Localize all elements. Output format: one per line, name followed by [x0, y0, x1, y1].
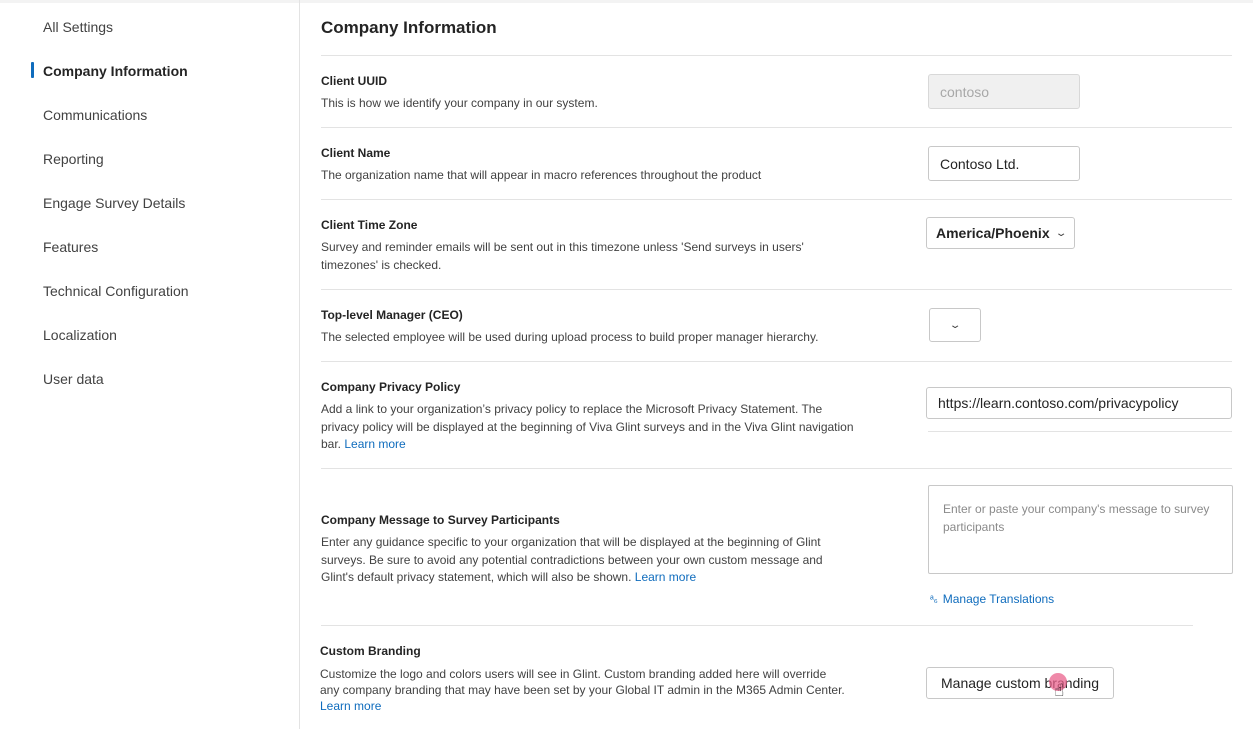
branding-learn-more-link[interactable]: Learn more — [320, 698, 880, 714]
divider — [321, 199, 1232, 200]
divider — [321, 55, 1232, 56]
privacy-learn-more-link[interactable]: Learn more — [344, 437, 405, 451]
company-message-description-line: Enter any guidance specific to your orga… — [321, 535, 821, 549]
ceo-dropdown[interactable]: ⌄ — [929, 308, 981, 342]
client-uuid-description: This is how we identify your company in … — [321, 96, 598, 110]
company-message-textarea[interactable]: Enter or paste your company's message to… — [928, 485, 1233, 574]
sidebar-item-user-data[interactable]: User data — [43, 371, 104, 387]
time-zone-description-line: timezones' is checked. — [321, 257, 442, 272]
time-zone-description: Survey and reminder emails will be sent … — [321, 239, 861, 274]
company-message-description: Enter any guidance specific to your orga… — [321, 534, 861, 587]
custom-branding-description-line: any company branding that may have been … — [320, 683, 845, 697]
privacy-policy-description-line: privacy policy will be displayed at the … — [321, 419, 854, 434]
privacy-policy-label: Company Privacy Policy — [321, 380, 461, 394]
custom-branding-label: Custom Branding — [320, 644, 421, 658]
privacy-policy-description-line: Add a link to your organization’s privac… — [321, 402, 823, 416]
divider — [321, 127, 1232, 128]
privacy-policy-url-field[interactable]: https://learn.contoso.com/privacypolicy — [926, 387, 1232, 419]
sidebar-item-localization[interactable]: Localization — [43, 327, 117, 343]
divider — [321, 625, 1193, 626]
company-message-label: Company Message to Survey Participants — [321, 513, 560, 527]
ceo-label: Top-level Manager (CEO) — [321, 308, 463, 322]
company-information-panel: Company Information Client UUID This is … — [320, 0, 1233, 729]
settings-sidebar: All Settings Company Information Communi… — [0, 0, 300, 729]
custom-branding-description-line: Customize the logo and colors users will… — [320, 667, 827, 681]
time-zone-description-line: Survey and reminder emails will be sent … — [321, 240, 804, 254]
ceo-description: The selected employee will be used durin… — [321, 330, 819, 344]
sidebar-item-technical-configuration[interactable]: Technical Configuration — [43, 283, 189, 299]
privacy-policy-description: Add a link to your organization’s privac… — [321, 401, 881, 454]
chevron-down-icon: ⌄ — [948, 319, 962, 331]
company-message-description-line: Glint's default privacy statement, which… — [321, 570, 632, 584]
client-name-description: The organization name that will appear i… — [321, 168, 762, 182]
translate-icon: ᵃ₆ — [930, 593, 938, 605]
time-zone-value: America/Phoenix — [936, 225, 1050, 241]
sidebar-item-features[interactable]: Features — [43, 239, 98, 255]
client-name-field[interactable]: Contoso Ltd. — [928, 146, 1080, 181]
sidebar-item-company-information[interactable]: Company Information — [43, 63, 188, 79]
page-title: Company Information — [321, 18, 497, 37]
sidebar-item-communications[interactable]: Communications — [43, 107, 147, 123]
custom-branding-description: Customize the logo and colors users will… — [320, 666, 880, 714]
divider — [321, 289, 1232, 290]
client-uuid-field: contoso — [928, 74, 1080, 109]
sidebar-item-all-settings[interactable]: All Settings — [43, 19, 113, 35]
sidebar-item-engage-survey-details[interactable]: Engage Survey Details — [43, 195, 185, 211]
manage-custom-branding-button[interactable]: Manage custom branding — [926, 667, 1114, 699]
manage-translations-link[interactable]: ᵃ₆ Manage Translations — [930, 592, 1054, 606]
divider — [321, 361, 1232, 362]
company-message-description-line: surveys. Be sure to avoid any potential … — [321, 552, 823, 567]
chevron-down-icon: ⌄ — [1054, 227, 1068, 239]
time-zone-label: Client Time Zone — [321, 218, 418, 232]
active-indicator — [31, 62, 34, 78]
time-zone-dropdown[interactable]: America/Phoenix ⌄ — [926, 217, 1075, 249]
divider — [321, 468, 1232, 469]
sidebar-item-reporting[interactable]: Reporting — [43, 151, 104, 167]
client-uuid-label: Client UUID — [321, 74, 387, 88]
hand-pointer-icon: ☝ — [1054, 681, 1065, 700]
message-learn-more-link[interactable]: Learn more — [635, 570, 696, 584]
manage-translations-label: Manage Translations — [942, 592, 1055, 606]
divider — [928, 431, 1232, 432]
privacy-policy-description-line: bar. — [321, 437, 342, 451]
client-name-label: Client Name — [321, 146, 391, 160]
